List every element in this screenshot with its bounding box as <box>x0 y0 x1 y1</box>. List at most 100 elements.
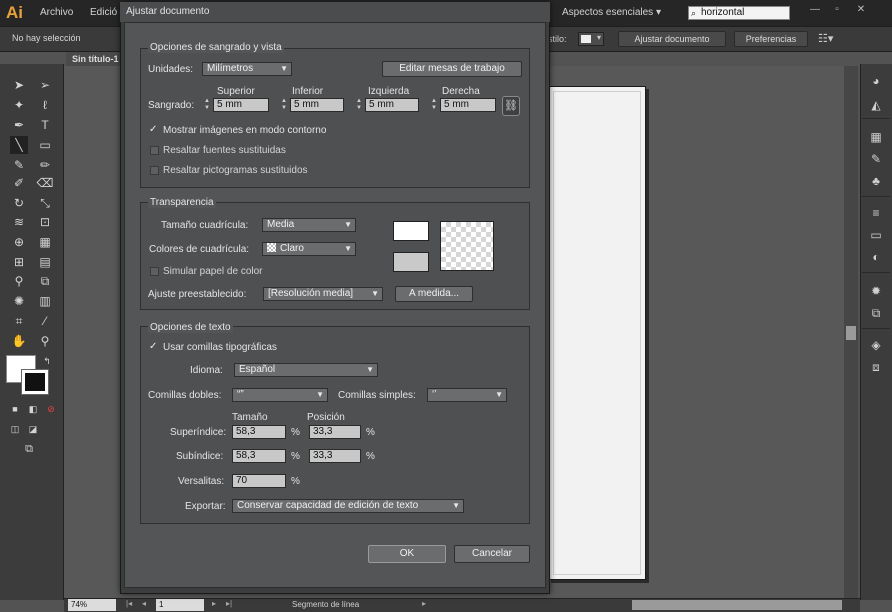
artboard-number-dropdown[interactable]: 1 <box>156 599 204 611</box>
simulate-paper-checkbox[interactable] <box>150 267 159 276</box>
mesh-tool-icon[interactable]: ⊞ <box>10 253 28 271</box>
grid-color-swatch-2[interactable] <box>393 252 429 272</box>
ok-button[interactable]: OK <box>368 545 446 563</box>
draw-normal-icon[interactable]: ◫ <box>6 420 24 438</box>
document-setup-button[interactable]: Ajustar documento <box>618 31 726 47</box>
link-bleed-icon[interactable]: ⛓ <box>502 96 520 116</box>
bleed-bottom-field[interactable]: 5 mm <box>290 98 344 112</box>
checkmark-icon[interactable]: ✓ <box>149 125 159 135</box>
stroke-panel-icon[interactable]: ≡ <box>866 204 886 222</box>
perspective-grid-tool-icon[interactable]: ▦ <box>36 233 54 251</box>
status-menu-icon[interactable]: ▸ <box>422 599 426 608</box>
horizontal-scroll-thumb[interactable] <box>632 600 842 610</box>
shape-builder-tool-icon[interactable]: ⊕ <box>10 233 28 251</box>
gradient-mode-icon[interactable]: ◧ <box>24 400 42 418</box>
smallcaps-field[interactable]: 70 <box>232 474 286 488</box>
color-panel-icon[interactable]: ◭ <box>866 96 886 114</box>
edit-artboards-button[interactable]: Editar mesas de trabajo <box>382 61 522 77</box>
menu-edicion[interactable]: Edició <box>90 7 117 18</box>
blend-tool-icon[interactable]: ⧉ <box>36 272 54 290</box>
zoom-tool-icon[interactable]: ⚲ <box>36 332 54 350</box>
bleed-top-stepper[interactable]: ▲ ▼ <box>203 98 211 112</box>
artboards-icon[interactable]: ⧈ <box>866 358 886 376</box>
single-quotes-dropdown[interactable]: ‘’ ▼ <box>427 388 507 402</box>
selection-tool-icon[interactable]: ➤ <box>10 76 28 94</box>
custom-preset-button[interactable]: A medida... <box>395 286 473 302</box>
type-tool-icon[interactable]: T <box>36 116 54 134</box>
bleed-right-field[interactable]: 5 mm <box>440 98 496 112</box>
maximize-icon[interactable]: ▫ <box>830 4 844 16</box>
gradient-panel-icon[interactable]: ▭ <box>866 226 886 244</box>
previous-artboard-icon[interactable]: ◂ <box>142 599 146 608</box>
draw-behind-icon[interactable]: ◪ <box>24 420 42 438</box>
swap-colors-icon[interactable]: ↰ <box>38 352 56 370</box>
slice-tool-icon[interactable]: ⁄ <box>36 312 54 330</box>
rectangle-tool-icon[interactable]: ▭ <box>36 136 54 154</box>
checkmark-icon[interactable]: ✓ <box>149 342 159 352</box>
pen-tool-icon[interactable]: ✒ <box>10 116 28 134</box>
none-mode-icon[interactable]: ⊘ <box>42 400 60 418</box>
superscript-position-field[interactable]: 33,3 <box>309 425 361 439</box>
brushes-icon[interactable]: ✎ <box>866 150 886 168</box>
bleed-left-stepper[interactable]: ▲ ▼ <box>355 98 363 112</box>
grid-colors-dropdown[interactable]: Claro ▼ <box>262 242 356 256</box>
bleed-right-stepper[interactable]: ▲ ▼ <box>430 98 438 112</box>
color-guide-icon[interactable]: ◕ <box>866 72 886 90</box>
scale-tool-icon[interactable]: ⤡ <box>36 194 54 212</box>
superscript-size-field[interactable]: 58,3 <box>232 425 286 439</box>
graphic-styles-icon[interactable]: ⧉ <box>866 304 886 322</box>
column-graph-tool-icon[interactable]: ▥ <box>36 292 54 310</box>
artboard-tool-icon[interactable]: ⌗ <box>10 312 28 330</box>
eyedropper-tool-icon[interactable]: ⚲ <box>10 272 28 290</box>
menu-archivo[interactable]: Archivo <box>40 7 73 18</box>
grid-color-swatch-1[interactable] <box>393 221 429 241</box>
bleed-bottom-stepper[interactable]: ▲ ▼ <box>280 98 288 112</box>
bleed-top-field[interactable]: 5 mm <box>213 98 269 112</box>
grid-size-dropdown[interactable]: Media ▼ <box>262 218 356 232</box>
pencil-tool-icon[interactable]: ✏ <box>36 156 54 174</box>
color-mode-icon[interactable]: ■ <box>6 400 24 418</box>
close-icon[interactable]: ✕ <box>854 4 868 16</box>
layers-icon[interactable]: ◈ <box>866 336 886 354</box>
workspace-switcher[interactable]: Aspectos esenciales ▾ <box>562 7 661 18</box>
subscript-position-field[interactable]: 33,3 <box>309 449 361 463</box>
arrange-documents-icon[interactable]: ☷▾ <box>818 32 833 45</box>
help-search-input[interactable]: ⌕ horizontal <box>688 6 790 20</box>
style-dropdown[interactable] <box>578 32 604 46</box>
paintbrush-tool-icon[interactable]: ✎ <box>10 156 28 174</box>
zoom-level-dropdown[interactable]: 74% <box>68 599 116 611</box>
preferences-button[interactable]: Preferencias <box>734 31 808 47</box>
transparency-panel-icon[interactable]: ◐ <box>866 248 886 266</box>
artboard[interactable] <box>548 86 646 580</box>
eraser-tool-icon[interactable]: ⌫ <box>36 174 54 192</box>
magic-wand-tool-icon[interactable]: ✦ <box>10 96 28 114</box>
units-dropdown[interactable]: Milímetros ▼ <box>202 62 292 76</box>
rotate-tool-icon[interactable]: ↻ <box>10 194 28 212</box>
highlight-glyphs-checkbox[interactable] <box>150 166 159 175</box>
appearance-icon[interactable]: ✹ <box>866 282 886 300</box>
lasso-tool-icon[interactable]: ℓ <box>36 96 54 114</box>
symbols-icon[interactable]: ♣ <box>866 172 886 190</box>
hand-tool-icon[interactable]: ✋ <box>10 332 28 350</box>
last-artboard-icon[interactable]: ▸| <box>226 599 232 608</box>
stroke-color-swatch[interactable] <box>21 369 49 395</box>
cancel-button[interactable]: Cancelar <box>454 545 530 563</box>
next-artboard-icon[interactable]: ▸ <box>212 599 216 608</box>
blob-brush-tool-icon[interactable]: ✐ <box>10 174 28 192</box>
minimize-icon[interactable]: — <box>808 4 822 16</box>
subscript-size-field[interactable]: 58,3 <box>232 449 286 463</box>
preset-dropdown[interactable]: [Resolución media] ▼ <box>263 287 383 301</box>
highlight-fonts-checkbox[interactable] <box>150 146 159 155</box>
swatches-icon[interactable]: ▦ <box>866 128 886 146</box>
document-tab[interactable]: Sin título-1 <box>66 52 126 66</box>
bleed-left-field[interactable]: 5 mm <box>365 98 419 112</box>
direct-selection-tool-icon[interactable]: ➢ <box>36 76 54 94</box>
gradient-tool-icon[interactable]: ▤ <box>36 253 54 271</box>
line-segment-tool-icon[interactable]: ╲ <box>10 136 28 154</box>
first-artboard-icon[interactable]: |◂ <box>126 599 132 608</box>
warp-tool-icon[interactable]: ≋ <box>10 213 28 231</box>
screen-mode-icon[interactable]: ⧉ <box>20 440 38 458</box>
free-transform-tool-icon[interactable]: ⊡ <box>36 213 54 231</box>
symbol-sprayer-tool-icon[interactable]: ✺ <box>10 292 28 310</box>
export-dropdown[interactable]: Conservar capacidad de edición de texto ▼ <box>232 499 464 513</box>
